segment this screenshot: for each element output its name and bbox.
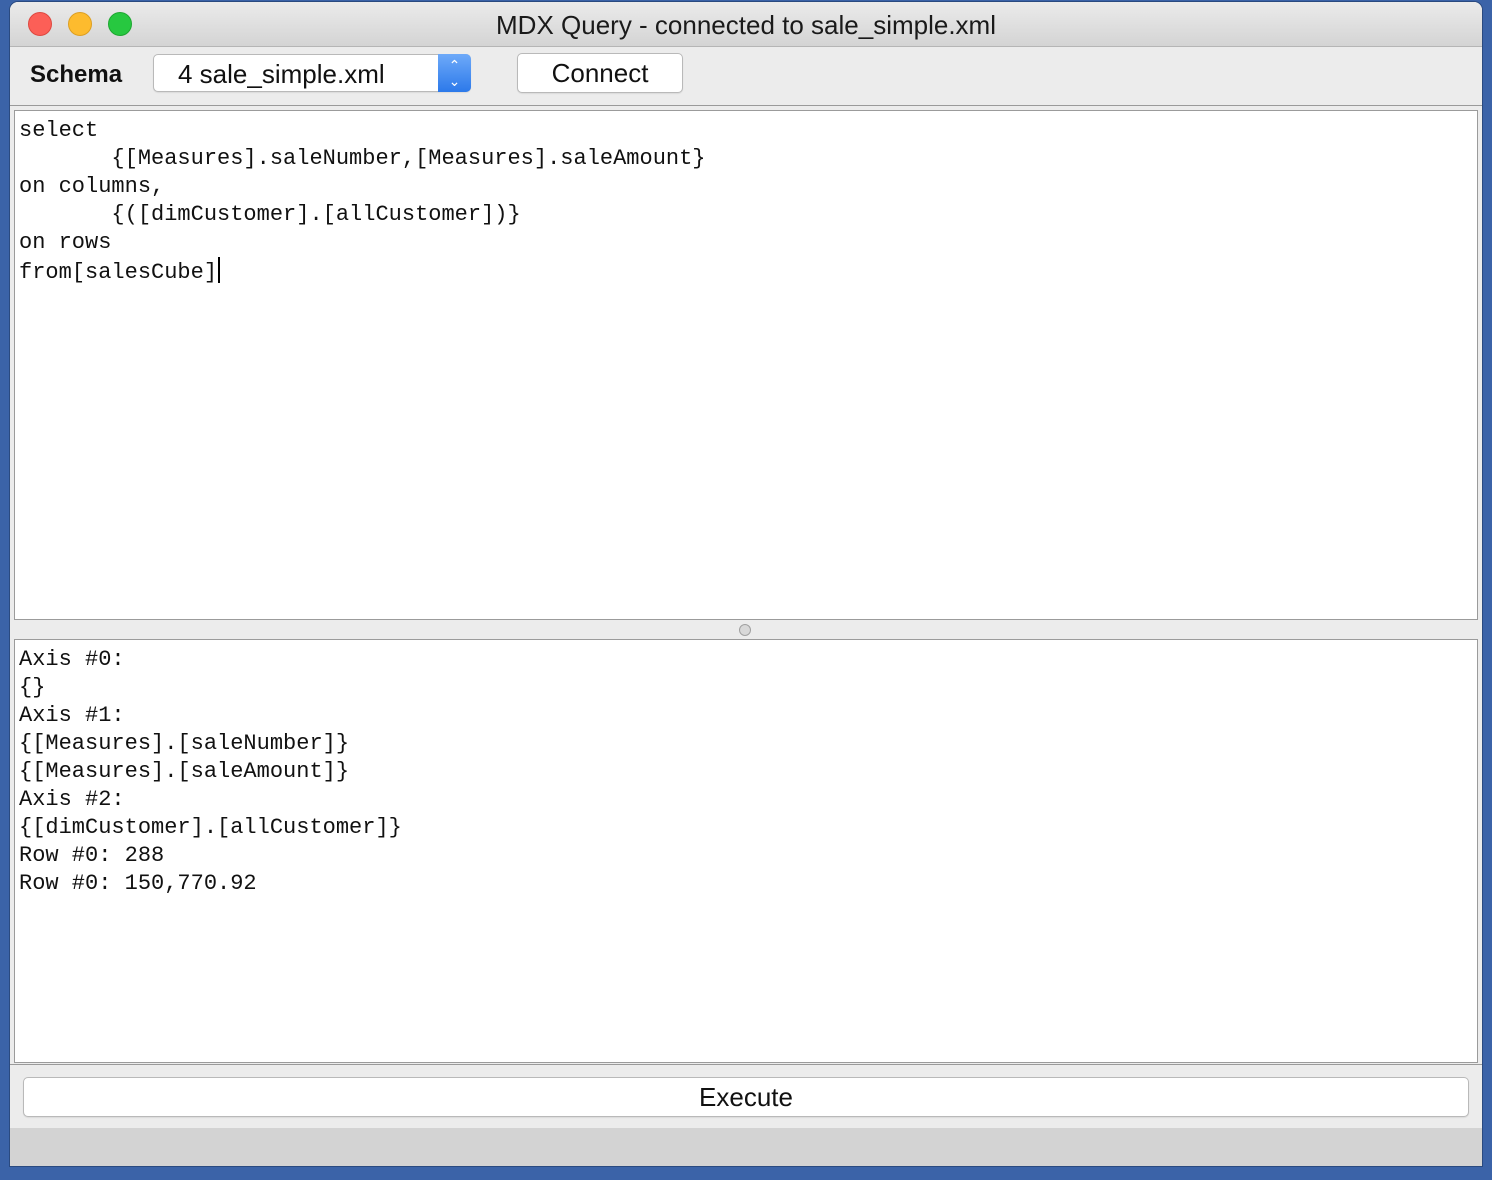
split-divider-handle[interactable] [739,624,751,636]
query-line: on columns, [19,174,165,199]
window-title: MDX Query - connected to sale_simple.xml [496,10,996,40]
execute-button[interactable]: Execute [23,1077,1469,1117]
result-line: {[Measures].[saleAmount]} [19,759,350,784]
schema-select[interactable]: 4 sale_simple.xml ⌃ ⌄ [153,54,471,92]
result-line: Axis #1: [19,703,125,728]
query-text[interactable]: select {[Measures].saleNumber,[Measures]… [15,111,1477,287]
split-pane: select {[Measures].saleNumber,[Measures]… [10,105,1482,1065]
result-line: {[Measures].[saleNumber]} [19,731,350,756]
text-caret [218,257,221,283]
toolbar: Schema 4 sale_simple.xml ⌃ ⌄ Connect [10,47,1482,105]
title-bar[interactable]: MDX Query - connected to sale_simple.xml [10,2,1482,47]
result-output[interactable]: Axis #0: {} Axis #1: {[Measures].[saleNu… [14,639,1478,1063]
query-editor[interactable]: select {[Measures].saleNumber,[Measures]… [14,110,1478,620]
result-text: Axis #0: {} Axis #1: {[Measures].[saleNu… [15,640,1477,898]
mdx-query-window: MDX Query - connected to sale_simple.xml… [10,2,1482,1166]
schema-label: Schema [30,61,123,88]
result-line: Axis #0: [19,647,125,672]
query-line: on rows [19,230,112,255]
up-down-chevron-icon[interactable]: ⌃ ⌄ [438,54,471,92]
result-line: Axis #2: [19,787,125,812]
query-line: from[salesCube] [19,260,218,285]
result-line: {} [19,675,46,700]
schema-select-value: 4 sale_simple.xml [178,59,385,89]
status-bar [10,1128,1482,1166]
query-line: {([dimCustomer].[allCustomer])} [19,202,521,227]
result-line: {[dimCustomer].[allCustomer]} [19,815,402,840]
query-line: {[Measures].saleNumber,[Measures].saleAm… [19,146,706,171]
connect-button[interactable]: Connect [517,53,683,93]
query-line: select [19,118,99,143]
result-line: Row #0: 288 [19,843,165,868]
result-line: Row #0: 150,770.92 [19,871,257,896]
